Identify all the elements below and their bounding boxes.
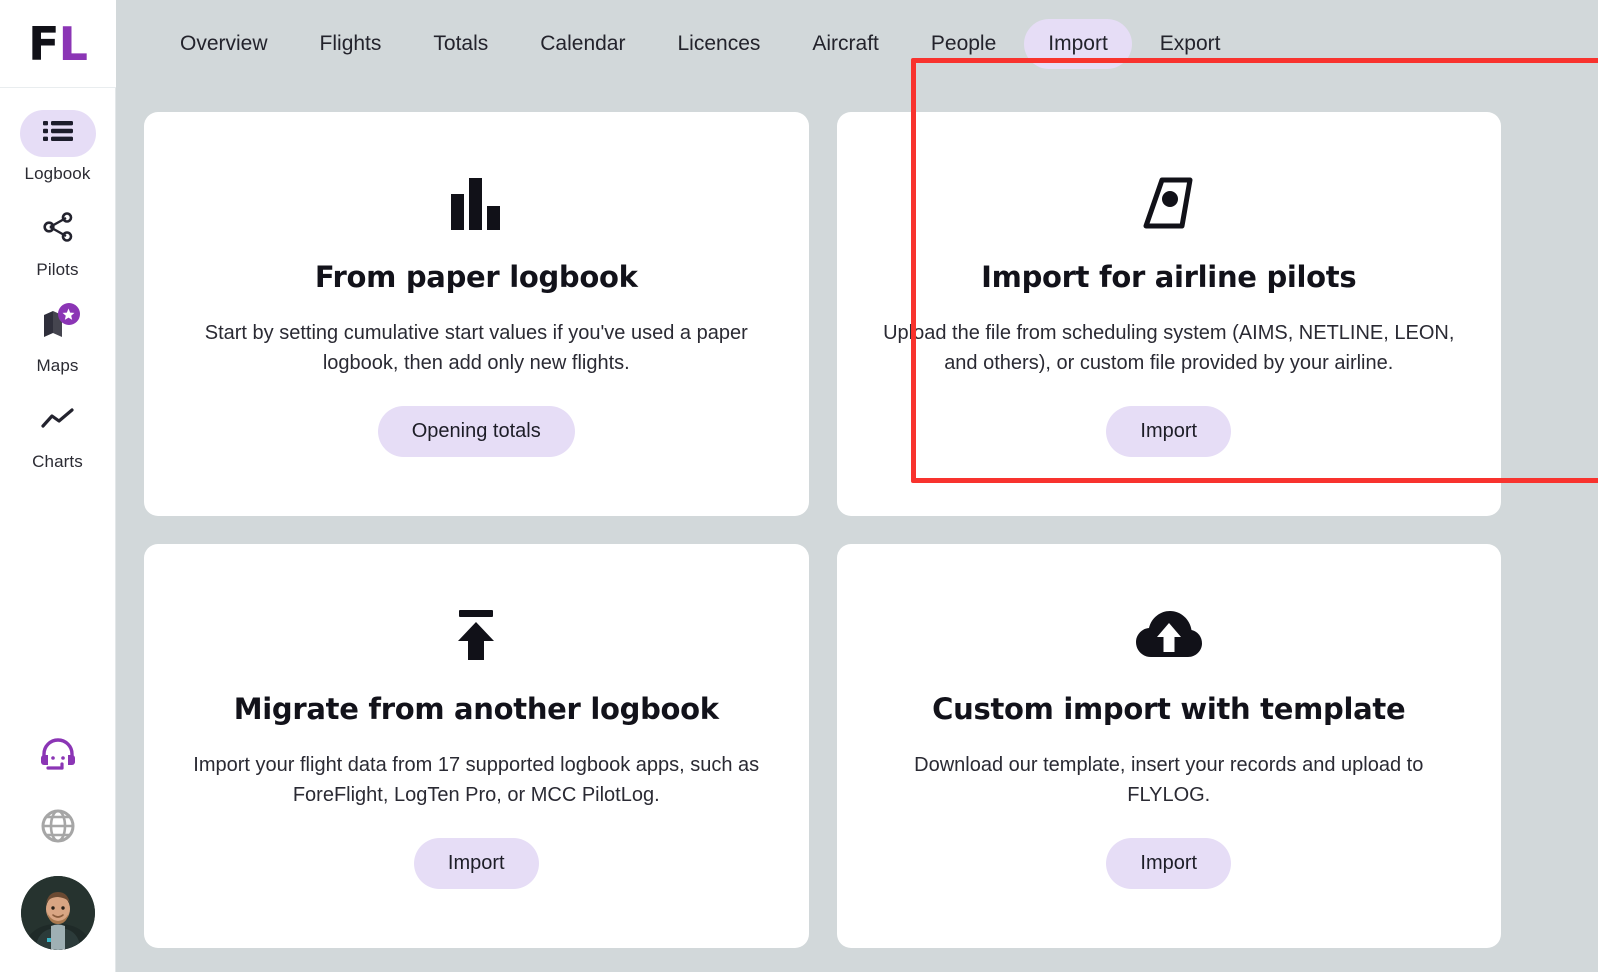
import-airline-button[interactable]: Import	[1106, 405, 1232, 457]
star-badge-icon	[57, 303, 80, 325]
card-description: Upload the file from scheduling system (…	[883, 321, 1455, 374]
share-nodes-icon	[42, 212, 74, 247]
sidebar-item-logbook[interactable]: Logbook	[0, 110, 115, 184]
card-description: Import your flight data from 17 supporte…	[193, 753, 760, 806]
tab-licences[interactable]: Licences	[653, 19, 784, 69]
logo-letter-l: L	[58, 16, 88, 71]
sidebar-label-maps: Maps	[36, 356, 79, 375]
sidebar-item-maps[interactable]: Maps	[0, 302, 115, 376]
tab-people[interactable]: People	[907, 19, 1020, 69]
import-migrate-button[interactable]: Import	[413, 837, 539, 889]
bar-chart-icon	[447, 172, 505, 234]
tab-flights[interactable]: Flights	[296, 19, 406, 69]
card-from-paper-logbook[interactable]: From paper logbook Start by setting cumu…	[144, 112, 809, 516]
tab-import[interactable]: Import	[1024, 19, 1132, 69]
line-chart-icon	[40, 408, 75, 435]
card-description: Download our template, insert your recor…	[914, 753, 1424, 806]
tab-overview[interactable]: Overview	[156, 19, 292, 69]
cloud-upload-icon	[1135, 604, 1203, 666]
airplane-tail-icon	[1138, 172, 1200, 234]
sidebar: FL Logbook Pilots Maps Charts	[0, 0, 116, 972]
sidebar-bottom-actions	[0, 726, 115, 972]
card-title: Custom import with template	[932, 691, 1406, 726]
top-navigation: Overview Flights Totals Calendar Licence…	[116, 0, 1598, 88]
tab-aircraft[interactable]: Aircraft	[788, 19, 903, 69]
card-description: Start by setting cumulative start values…	[204, 321, 748, 374]
card-import-airline-pilots[interactable]: Import for airline pilots Upload the fil…	[836, 112, 1501, 516]
card-title: Migrate from another logbook	[233, 691, 719, 726]
headset-support-icon[interactable]	[30, 726, 86, 782]
tab-totals[interactable]: Totals	[409, 19, 512, 69]
sidebar-item-pilots[interactable]: Pilots	[0, 206, 115, 280]
card-migrate-another-logbook[interactable]: Migrate from another logbook Import your…	[144, 544, 809, 948]
globe-icon[interactable]	[30, 798, 86, 854]
card-title: From paper logbook	[314, 259, 638, 294]
import-custom-template-button[interactable]: Import	[1106, 837, 1232, 889]
upload-to-line-icon	[448, 604, 504, 666]
avatar[interactable]	[20, 876, 95, 950]
tab-calendar[interactable]: Calendar	[516, 19, 649, 69]
list-icon	[42, 119, 73, 148]
tab-export[interactable]: Export	[1136, 19, 1245, 69]
main-area: Overview Flights Totals Calendar Licence…	[116, 0, 1598, 972]
app-root: FL Logbook Pilots Maps Charts Overview F…	[0, 0, 1598, 972]
card-custom-import-template[interactable]: Custom import with template Download our…	[836, 544, 1501, 948]
sidebar-label-pilots: Pilots	[36, 260, 79, 279]
sidebar-label-logbook: Logbook	[24, 164, 91, 183]
opening-totals-button[interactable]: Opening totals	[377, 405, 575, 457]
app-logo[interactable]: FL	[0, 0, 116, 88]
sidebar-label-charts: Charts	[32, 452, 83, 471]
logo-letter-f: F	[28, 16, 59, 71]
card-title: Import for airline pilots	[981, 259, 1357, 294]
sidebar-nav: Logbook Pilots Maps Charts	[0, 88, 115, 494]
import-options-grid: From paper logbook Start by setting cumu…	[116, 58, 1598, 972]
sidebar-item-charts[interactable]: Charts	[0, 398, 115, 472]
